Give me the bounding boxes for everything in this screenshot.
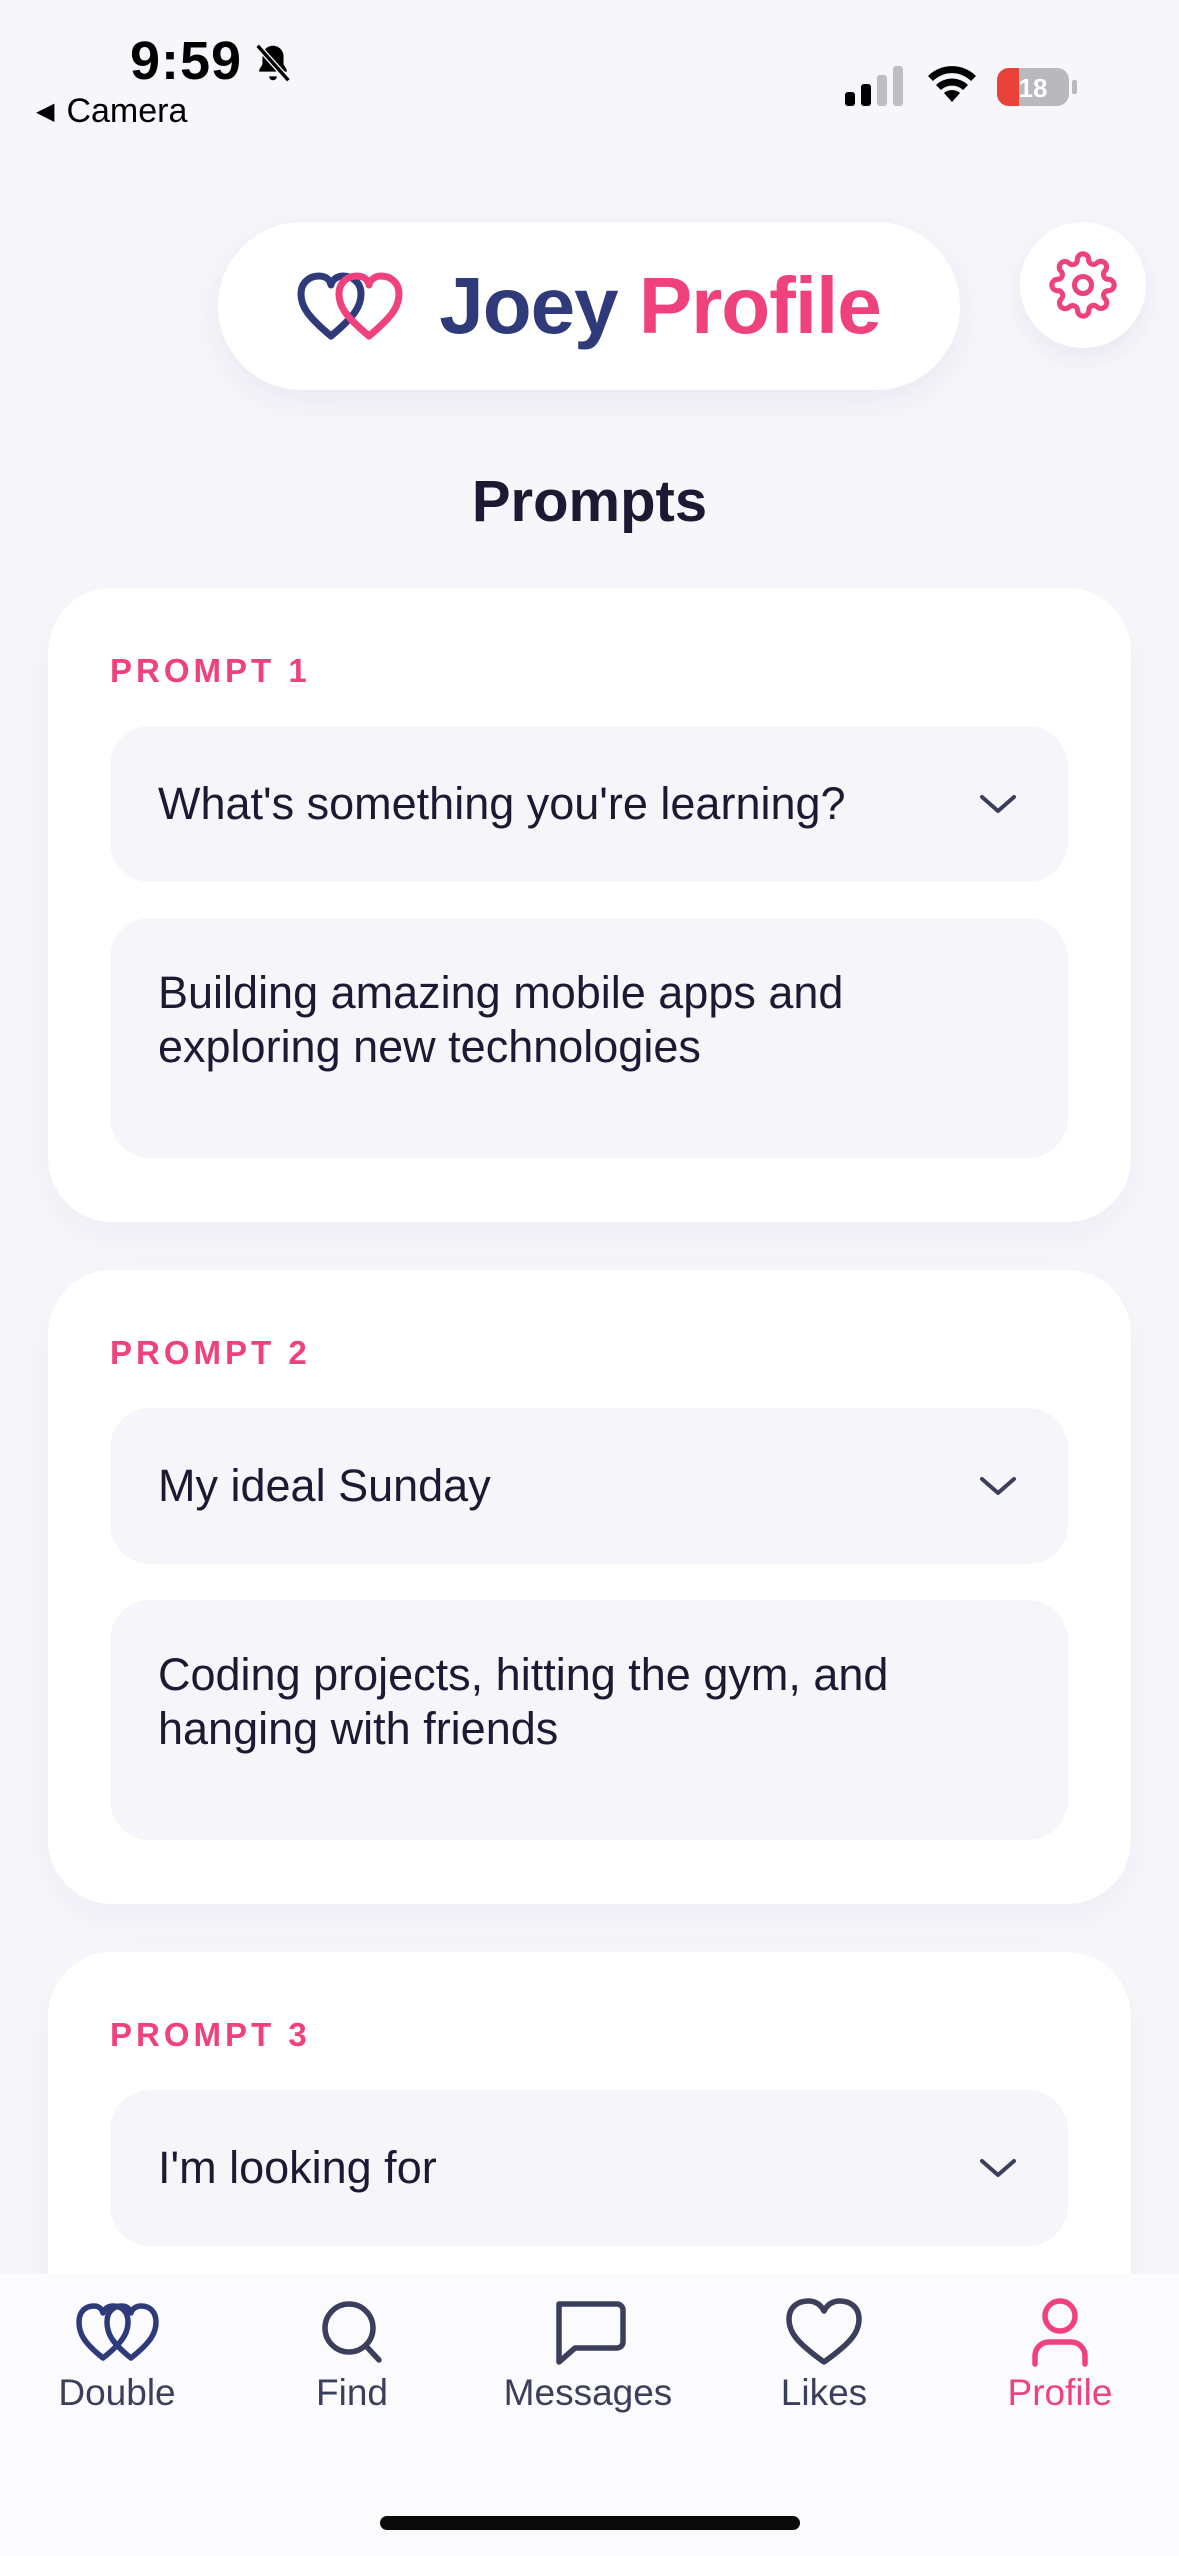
search-icon [322,2301,382,2363]
prompt-question-select[interactable]: My ideal Sunday [110,1408,1068,1564]
chevron-down-icon [980,1477,1016,1495]
profile-name: Joey [439,261,618,350]
prompt-label: PROMPT 2 [110,1334,311,1371]
home-indicator[interactable] [380,2516,800,2530]
double-hearts-icon [76,2303,159,2361]
wifi-icon [928,66,976,102]
prompt-card-2: PROMPT 2 My ideal Sunday Coding projects… [48,1270,1131,1904]
prompt-card-1: PROMPT 1 What's something you're learnin… [48,588,1131,1222]
prompt-label: PROMPT 3 [110,2016,311,2053]
prompt-label: PROMPT 1 [110,652,311,689]
page-title: Joey Profile [439,260,882,352]
back-app-label: Camera [66,92,188,130]
tab-find[interactable]: Find [252,2296,452,2414]
back-arrow-icon: ◀ [36,98,55,125]
prompt-question-select[interactable]: What's something you're learning? [110,726,1068,882]
tab-label: Messages [503,2372,673,2413]
tab-label: Profile [1007,2372,1113,2413]
gear-icon [1049,251,1117,319]
tab-likes[interactable]: Likes [724,2296,924,2414]
chevron-down-icon [980,2159,1016,2177]
cellular-signal-icon [845,66,903,106]
settings-button[interactable] [1020,222,1146,348]
status-bar: 9:59 ◀ Camera 18 [0,0,1179,140]
tab-label: Likes [780,2372,868,2413]
prompt-answer-field[interactable]: Building amazing mobile apps and explori… [110,918,1068,1158]
heart-icon [786,2298,862,2365]
page-name: Profile [638,261,882,350]
prompt-answer-field[interactable]: Coding projects, hitting the gym, and ha… [110,1600,1068,1840]
prompt-question: What's something you're learning? [158,778,846,829]
prompt-question: My ideal Sunday [158,1460,491,1511]
section-title-prompts: Prompts [471,469,708,534]
message-icon [556,2301,626,2365]
status-time: 9:59 [130,31,243,91]
back-to-camera[interactable]: ◀ Camera [36,92,187,131]
profile-title-pill: Joey Profile [218,222,960,390]
tab-label: Double [58,2372,176,2413]
tab-label: Find [316,2372,388,2413]
tab-profile[interactable]: Profile [960,2296,1160,2414]
person-icon [1032,2298,1088,2367]
prompt-question-select[interactable]: I'm looking for [110,2090,1068,2246]
tab-double[interactable]: Double [17,2296,217,2414]
battery-level: 18 [1019,73,1048,103]
tab-messages[interactable]: Messages [488,2296,688,2414]
bell-muted-icon [255,43,291,83]
prompt-question: I'm looking for [158,2142,437,2193]
chevron-down-icon [980,795,1016,813]
double-hearts-logo-icon [297,272,403,340]
battery-icon: 18 [997,68,1077,106]
